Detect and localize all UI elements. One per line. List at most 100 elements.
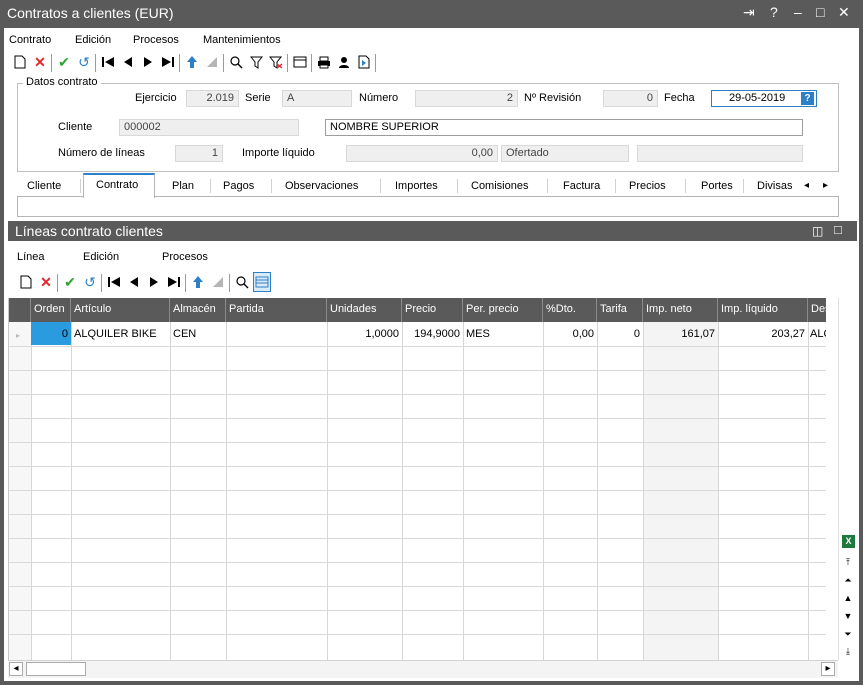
date-help-icon[interactable]: ? <box>801 92 814 105</box>
menu-linea[interactable]: Línea <box>17 251 45 263</box>
column-header[interactable]: Precio <box>402 298 463 322</box>
menu-procesos[interactable]: Procesos <box>133 34 179 46</box>
grid-cell[interactable]: 203,27 <box>718 322 808 345</box>
maximize-icon[interactable]: □ <box>834 222 842 237</box>
maximize-button[interactable]: □ <box>816 4 824 20</box>
sort-up-icon[interactable] <box>189 272 207 292</box>
revision-field[interactable]: 0 <box>603 90 658 107</box>
ejercicio-label: Ejercicio <box>135 92 177 104</box>
menu-mantenimientos[interactable]: Mantenimientos <box>203 34 281 46</box>
grid-cell[interactable]: 0,00 <box>543 322 597 345</box>
print-icon[interactable] <box>315 52 333 72</box>
excel-export-icon[interactable]: X <box>842 535 855 548</box>
tab-observaciones[interactable]: Observaciones <box>285 177 358 197</box>
previous-record-icon[interactable] <box>119 52 137 72</box>
tabs-scroll-left-icon[interactable]: ◂ <box>804 177 809 197</box>
tabs-scroll-right-icon[interactable]: ▸ <box>823 177 828 197</box>
menu-lines-procesos[interactable]: Procesos <box>162 251 208 263</box>
grid-cell[interactable]: CEN <box>170 322 226 345</box>
grid-cell[interactable]: MES <box>463 322 543 345</box>
new-line-icon[interactable] <box>17 272 35 292</box>
menu-lines-edicion[interactable]: Edición <box>83 251 119 263</box>
tab-portes[interactable]: Portes <box>701 177 733 197</box>
ejercicio-field[interactable]: 2.019 <box>186 90 239 107</box>
next-record-icon[interactable] <box>139 52 157 72</box>
scroll-thumb[interactable] <box>26 662 86 676</box>
tab-plan[interactable]: Plan <box>172 177 194 197</box>
menu-contrato[interactable]: Contrato <box>9 34 51 46</box>
grid-view-icon[interactable] <box>253 272 271 292</box>
first-record-icon[interactable] <box>99 52 117 72</box>
sort-disabled-icon[interactable] <box>209 272 227 292</box>
column-header[interactable]: Imp. líquido <box>718 298 808 322</box>
cliente-name-field[interactable]: NOMBRE SUPERIOR <box>325 119 803 136</box>
column-header[interactable]: Per. precio <box>463 298 543 322</box>
delete-line-icon[interactable]: ✕ <box>37 272 55 292</box>
numero-field[interactable]: 2 <box>415 90 518 107</box>
scroll-top-icon[interactable]: ⤒ <box>842 556 854 568</box>
scroll-page-down-icon[interactable]: ⏷ <box>842 628 854 640</box>
form-view-icon[interactable] <box>291 52 309 72</box>
column-header[interactable]: Artículo <box>71 298 170 322</box>
grid-cell[interactable]: 194,9000 <box>402 322 463 345</box>
tab-factura[interactable]: Factura <box>563 177 600 197</box>
column-header[interactable]: Imp. neto <box>643 298 718 322</box>
user-icon[interactable] <box>335 52 353 72</box>
close-button[interactable]: ✕ <box>838 4 850 21</box>
scroll-up-icon[interactable]: ▲ <box>842 592 854 604</box>
column-header[interactable]: Orden <box>31 298 71 322</box>
column-header[interactable]: Partida <box>226 298 327 322</box>
last-record-icon[interactable] <box>159 52 177 72</box>
cliente-code-field[interactable]: 000002 <box>119 119 299 136</box>
new-document-icon[interactable] <box>11 52 29 72</box>
grid-cell[interactable]: 0 <box>31 322 71 345</box>
scroll-left-icon[interactable]: ◂ <box>9 662 23 676</box>
tab-pagos[interactable]: Pagos <box>223 177 254 197</box>
search-line-icon[interactable] <box>233 272 251 292</box>
tab-comisiones[interactable]: Comisiones <box>471 177 528 197</box>
scroll-bottom-icon[interactable]: ⤓ <box>842 645 854 657</box>
undo-line-icon[interactable]: ↺ <box>81 272 99 292</box>
grid-cell[interactable]: 1,0000 <box>327 322 402 345</box>
column-header[interactable]: Tarifa <box>597 298 643 322</box>
next-line-icon[interactable] <box>145 272 163 292</box>
delete-icon[interactable]: ✕ <box>31 52 49 72</box>
tab-precios[interactable]: Precios <box>629 177 666 197</box>
column-header[interactable]: Almacén <box>170 298 226 322</box>
tab-divisas[interactable]: Divisas <box>757 177 792 197</box>
grid-cell[interactable]: ALQU <box>808 322 826 345</box>
help-button[interactable]: ? <box>770 4 778 20</box>
column-header[interactable]: %Dto. <box>543 298 597 322</box>
minimize-button[interactable]: – <box>794 4 802 20</box>
vertical-scrollbar[interactable]: X ⤒ ⏶ ▲ ▼ ⏷ ⤓ <box>838 298 856 660</box>
grid-cell[interactable]: 0 <box>597 322 643 345</box>
last-line-icon[interactable] <box>165 272 183 292</box>
clear-filter-icon[interactable] <box>267 52 285 72</box>
tab-cliente[interactable]: Cliente <box>27 177 61 197</box>
sort-up-icon[interactable] <box>183 52 201 72</box>
horizontal-scrollbar[interactable]: ◂ ▸ <box>8 660 838 678</box>
grid-cell[interactable]: ALQUILER BIKE <box>71 322 170 345</box>
scroll-down-icon[interactable]: ▼ <box>842 610 854 622</box>
tab-contrato[interactable]: Contrato <box>83 173 155 198</box>
undo-icon[interactable]: ↺ <box>75 52 93 72</box>
confirm-check-icon[interactable]: ✔ <box>55 52 73 72</box>
scroll-right-icon[interactable]: ▸ <box>821 662 835 676</box>
column-header[interactable]: Unidades <box>327 298 402 322</box>
confirm-line-icon[interactable]: ✔ <box>61 272 79 292</box>
export-icon[interactable] <box>355 52 373 72</box>
previous-line-icon[interactable] <box>125 272 143 292</box>
first-line-icon[interactable] <box>105 272 123 292</box>
sort-disabled-icon[interactable] <box>203 52 221 72</box>
scroll-page-up-icon[interactable]: ⏶ <box>842 574 854 586</box>
grid-cell[interactable] <box>226 322 327 345</box>
menu-edicion[interactable]: Edición <box>75 34 111 46</box>
tab-importes[interactable]: Importes <box>395 177 438 197</box>
column-header[interactable]: Descr <box>808 298 826 322</box>
grid-cell[interactable]: 161,07 <box>643 322 718 345</box>
serie-field[interactable]: A <box>282 90 352 107</box>
filter-icon[interactable] <box>247 52 265 72</box>
restore-icon[interactable]: ◫ <box>812 224 823 238</box>
pin-icon[interactable]: ⇥ <box>743 4 755 21</box>
search-icon[interactable] <box>227 52 245 72</box>
